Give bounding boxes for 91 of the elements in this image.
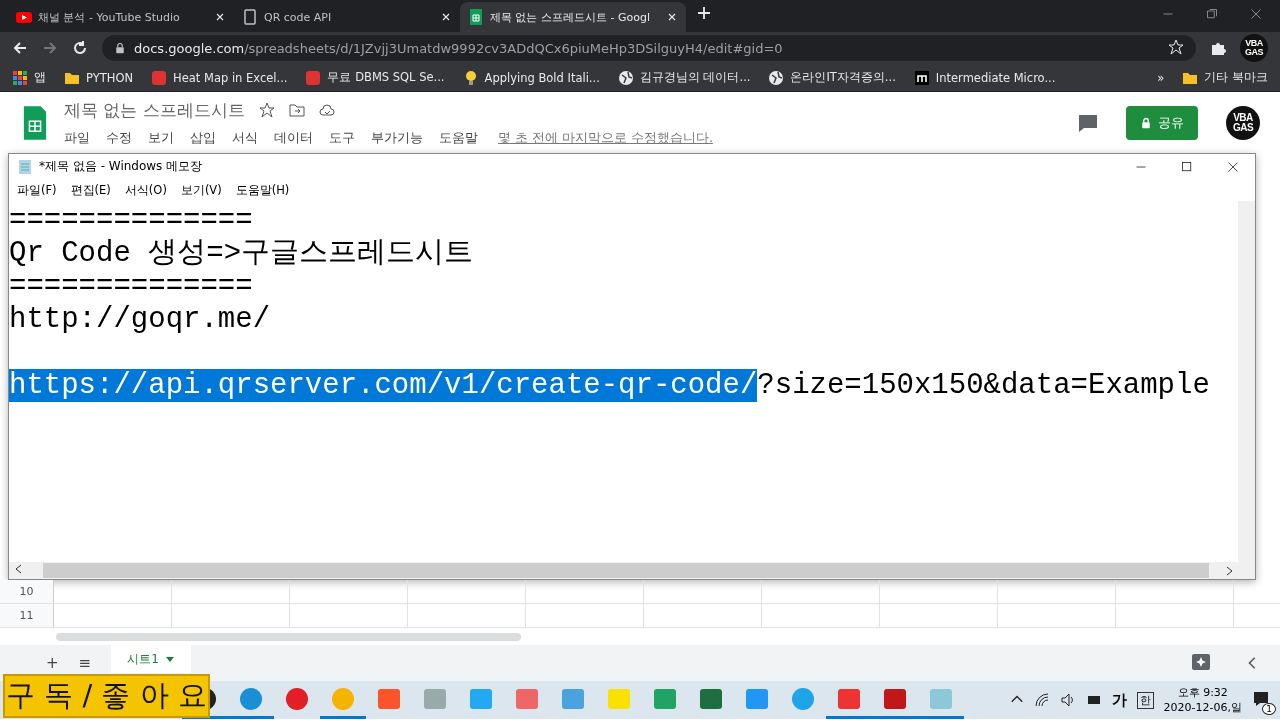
volume-icon bbox=[1059, 692, 1076, 708]
wifi-icon bbox=[1033, 692, 1050, 708]
row-number: 10 bbox=[0, 580, 54, 603]
letter-tile-icon bbox=[913, 69, 930, 86]
bookmark[interactable]: Applying Bold Itali... bbox=[462, 69, 600, 86]
bookmark-folder[interactable]: 기타 북마크 bbox=[1182, 69, 1268, 86]
restore-icon bbox=[1206, 8, 1218, 20]
browser-tab[interactable]: QR code API bbox=[234, 2, 460, 32]
input-mode[interactable]: 한 bbox=[1136, 691, 1154, 709]
bookmark[interactable]: 온라인IT자격증의... bbox=[768, 69, 896, 86]
menu-item[interactable]: 부가기능 bbox=[371, 129, 423, 147]
add-sheet-button[interactable]: + bbox=[46, 654, 59, 672]
subscribe-banner: 구 독 / 좋 아 요 bbox=[3, 674, 210, 718]
menu-item[interactable]: 파일 bbox=[64, 129, 90, 147]
globe-icon bbox=[617, 69, 634, 86]
comment-icon bbox=[1078, 113, 1098, 132]
maximize-icon bbox=[1181, 160, 1193, 173]
star-icon bbox=[1168, 38, 1184, 55]
apps-grid-icon bbox=[12, 69, 28, 86]
browser-icon bbox=[791, 686, 815, 711]
close-icon bbox=[214, 11, 226, 23]
text-line: http://goqr.me/ bbox=[9, 303, 271, 336]
move-folder-icon bbox=[288, 102, 305, 118]
caret-icon bbox=[164, 655, 175, 663]
bookmark[interactable]: Intermediate Micro... bbox=[913, 69, 1056, 86]
clock[interactable]: 오후 9:32 2020-12-06,일 bbox=[1163, 685, 1242, 715]
menu-item[interactable]: 편집(E) bbox=[70, 182, 111, 198]
menu-item[interactable]: 도움말(H) bbox=[235, 182, 290, 198]
site-icon bbox=[305, 69, 322, 86]
lock-icon bbox=[114, 42, 126, 54]
menu-item[interactable]: 도구 bbox=[329, 129, 355, 147]
browser-icon bbox=[239, 686, 263, 711]
selected-text: https://api.qrserver.com/v1/create-qr-code/ bbox=[9, 369, 758, 402]
reload-icon bbox=[72, 40, 88, 56]
bookmark[interactable]: 무료 DBMS SQL Se... bbox=[305, 69, 445, 86]
text-line: ?size=150x150&data=Example bbox=[757, 369, 1210, 402]
text-line: Qr Code 생성=>구글스프레드시트 bbox=[9, 237, 474, 270]
browser-icon bbox=[331, 686, 355, 711]
star-icon bbox=[258, 102, 275, 118]
menu-item[interactable]: 수정 bbox=[106, 129, 132, 147]
close-icon bbox=[666, 11, 678, 23]
text-line: ============== bbox=[9, 270, 253, 303]
profile-avatar[interactable]: VBA GAS bbox=[1226, 105, 1260, 140]
address-field[interactable]: docs.google.com/spreadsheets/d/1JZvjj3Umatdw9992cv3ADdQCx6piuMeHp3DSilguyH4/edit#gid=0 bbox=[102, 35, 1196, 61]
browser-tab[interactable]: 제목 없는 스프레드시트 - Googl bbox=[460, 2, 686, 32]
sheet-list-button[interactable]: ≡ bbox=[78, 654, 92, 672]
bookmark[interactable]: 앱 bbox=[12, 69, 46, 86]
lock-icon bbox=[1140, 116, 1152, 129]
menu-item[interactable]: 서식(O) bbox=[124, 182, 167, 198]
share-button[interactable]: 공유 bbox=[1126, 105, 1198, 140]
app-icon bbox=[745, 686, 769, 711]
menu-item[interactable]: 보기(V) bbox=[180, 182, 222, 198]
last-edit-link[interactable]: 몇 초 전에 마지막으로 수정했습니다. bbox=[498, 129, 713, 147]
bookmark[interactable]: PYTHON bbox=[64, 69, 134, 86]
vertical-scrollbar[interactable] bbox=[1238, 201, 1255, 562]
menu-item[interactable]: 데이터 bbox=[274, 129, 313, 147]
menu-item[interactable]: 보기 bbox=[148, 129, 174, 147]
puzzle-icon bbox=[1210, 40, 1226, 56]
text-line: ============== bbox=[9, 204, 253, 237]
document-title[interactable]: 제목 없는 스프레드시트 bbox=[64, 98, 245, 122]
close-icon bbox=[1227, 160, 1239, 173]
page-icon bbox=[242, 9, 258, 25]
browser-tab[interactable]: 채널 분석 - YouTube Studio bbox=[8, 2, 234, 32]
notification-count: 1 bbox=[1262, 702, 1276, 715]
menu-item[interactable]: 서식 bbox=[232, 129, 258, 147]
more-bookmarks[interactable]: » bbox=[1157, 70, 1165, 85]
window-title: *제목 없음 - Windows 메모장 bbox=[39, 158, 203, 175]
forward-icon bbox=[42, 40, 58, 56]
bookmark[interactable]: 김규경님의 데이터... bbox=[617, 69, 751, 86]
menu-item[interactable]: 삽입 bbox=[190, 129, 216, 147]
profile-avatar[interactable]: VBA GAS bbox=[1240, 34, 1268, 62]
close-icon bbox=[1250, 8, 1262, 20]
cloud-icon bbox=[318, 102, 335, 118]
input-language[interactable]: 가 bbox=[1111, 690, 1127, 710]
video-icon bbox=[16, 9, 32, 25]
bookmark[interactable]: Heat Map in Excel... bbox=[151, 69, 288, 86]
close-icon bbox=[440, 11, 452, 23]
spreadsheet-logo-icon bbox=[22, 104, 48, 141]
row-number: 11 bbox=[0, 604, 54, 627]
horizontal-scrollbar[interactable] bbox=[9, 562, 1255, 579]
sheet-tab[interactable]: 시트1 bbox=[111, 645, 191, 673]
menu-item[interactable]: 파일(F) bbox=[17, 182, 57, 198]
back-icon bbox=[12, 40, 28, 56]
horizontal-scrollbar[interactable] bbox=[56, 632, 521, 641]
explore-icon bbox=[1192, 654, 1210, 672]
app-icon bbox=[423, 686, 447, 711]
new-tab-icon bbox=[696, 5, 712, 21]
site-icon bbox=[151, 69, 168, 86]
globe-icon bbox=[768, 69, 785, 86]
browser-icon bbox=[285, 686, 309, 711]
menu-item[interactable]: 도움말 bbox=[439, 129, 478, 147]
